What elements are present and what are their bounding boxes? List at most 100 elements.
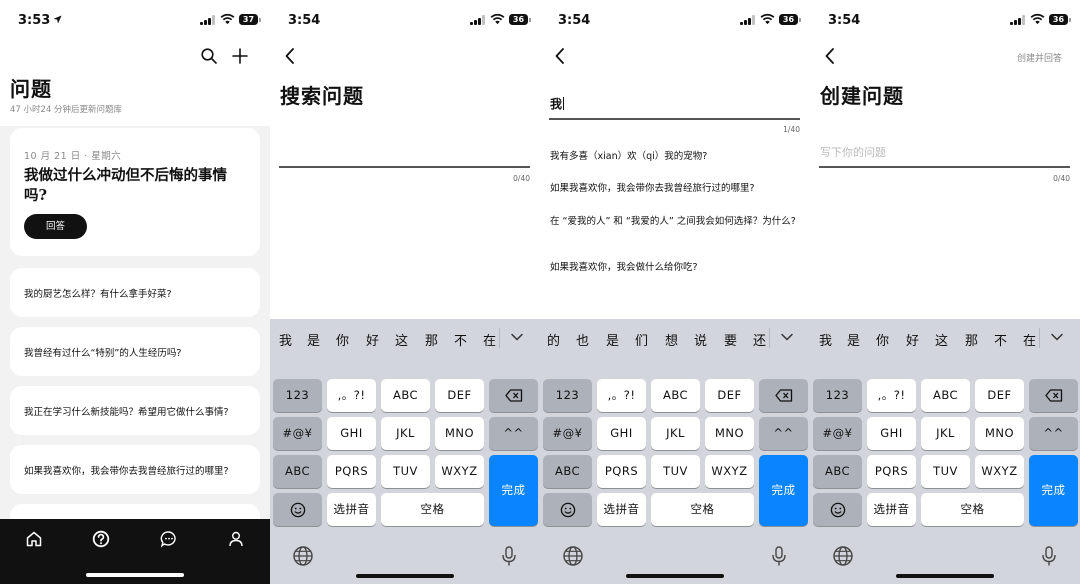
emoticon-key[interactable]: ^^ (489, 417, 538, 450)
key-ghi[interactable]: GHI (327, 417, 376, 450)
home-icon[interactable] (25, 530, 43, 548)
key-mno[interactable]: MNO (975, 417, 1024, 450)
search-icon[interactable] (200, 47, 218, 65)
key-pqrs[interactable]: PQRS (597, 455, 646, 488)
key-ghi[interactable]: GHI (867, 417, 916, 450)
symbols-key[interactable]: #@¥ (813, 417, 862, 450)
delete-key[interactable] (1029, 379, 1078, 412)
suggestion-item[interactable]: 我有多喜（xian）欢（qi）我的宠物? (550, 150, 800, 164)
abc-mode-key[interactable]: ABC (273, 455, 322, 488)
globe-icon[interactable] (562, 545, 584, 567)
suggestion-item[interactable]: 在 “爱我的人” 和 “我爱的人” 之间我会如何选择？为什么? (550, 215, 800, 229)
back-chevron-icon[interactable] (824, 47, 836, 65)
space-key[interactable]: 空格 (921, 493, 1024, 526)
candidate[interactable]: 这 (935, 330, 948, 349)
candidate[interactable]: 在 (483, 330, 496, 349)
microphone-icon[interactable] (498, 545, 520, 567)
candidate[interactable]: 是 (307, 330, 320, 349)
emoticon-key[interactable]: ^^ (1029, 417, 1078, 450)
key-jkl[interactable]: JKL (921, 417, 970, 450)
numbers-key[interactable]: 123 (813, 379, 862, 412)
plus-icon[interactable] (231, 47, 249, 65)
candidate[interactable]: 不 (994, 330, 1007, 349)
key-def[interactable]: DEF (435, 379, 484, 412)
globe-icon[interactable] (292, 545, 314, 567)
delete-key[interactable] (759, 379, 808, 412)
key-tuv[interactable]: TUV (381, 455, 430, 488)
emoji-key[interactable] (543, 493, 592, 526)
punctuation-key[interactable]: ,。?! (327, 379, 376, 412)
key-mno[interactable]: MNO (705, 417, 754, 450)
pinyin-key[interactable]: 选拼音 (327, 493, 376, 526)
numbers-key[interactable]: 123 (273, 379, 322, 412)
answer-button[interactable]: 回答 (24, 214, 87, 239)
emoji-key[interactable] (273, 493, 322, 526)
key-abc[interactable]: ABC (381, 379, 430, 412)
space-key[interactable]: 空格 (381, 493, 484, 526)
globe-icon[interactable] (832, 545, 854, 567)
punctuation-key[interactable]: ,。?! (867, 379, 916, 412)
done-key[interactable]: 完成 (489, 455, 538, 526)
candidate[interactable]: 那 (965, 330, 978, 349)
question-card[interactable]: 我的厨艺怎么样？有什么拿手好菜? (10, 268, 260, 317)
chat-icon[interactable] (160, 530, 178, 548)
key-jkl[interactable]: JKL (651, 417, 700, 450)
candidate[interactable]: 那 (425, 330, 438, 349)
candidate[interactable]: 也 (576, 330, 589, 349)
microphone-icon[interactable] (768, 545, 790, 567)
key-abc[interactable]: ABC (651, 379, 700, 412)
pinyin-key[interactable]: 选拼音 (597, 493, 646, 526)
suggestion-item[interactable]: 如果我喜欢你，我会做什么给你吃? (550, 261, 800, 275)
question-card[interactable]: 我曾经有过什么“特别”的人生经历吗? (10, 327, 260, 376)
key-wxyz[interactable]: WXYZ (435, 455, 484, 488)
symbols-key[interactable]: #@¥ (543, 417, 592, 450)
key-tuv[interactable]: TUV (921, 455, 970, 488)
key-ghi[interactable]: GHI (597, 417, 646, 450)
space-key[interactable]: 空格 (651, 493, 754, 526)
key-jkl[interactable]: JKL (381, 417, 430, 450)
key-abc[interactable]: ABC (921, 379, 970, 412)
punctuation-key[interactable]: ,。?! (597, 379, 646, 412)
candidate[interactable]: 好 (906, 330, 919, 349)
abc-mode-key[interactable]: ABC (813, 455, 862, 488)
candidate[interactable]: 好 (366, 330, 379, 349)
key-wxyz[interactable]: WXYZ (705, 455, 754, 488)
abc-mode-key[interactable]: ABC (543, 455, 592, 488)
back-chevron-icon[interactable] (554, 47, 566, 65)
candidate[interactable]: 是 (847, 330, 860, 349)
candidate[interactable]: 们 (635, 330, 648, 349)
emoji-key[interactable] (813, 493, 862, 526)
candidate[interactable]: 在 (1023, 330, 1036, 349)
candidate[interactable]: 的 (547, 330, 560, 349)
key-pqrs[interactable]: PQRS (327, 455, 376, 488)
featured-question-card[interactable]: 10 月 21 日 · 星期六 我做过什么冲动但不后悔的事情吗? 回答 (10, 128, 260, 256)
search-input[interactable] (279, 166, 530, 168)
back-chevron-icon[interactable] (284, 47, 296, 65)
candidate[interactable]: 是 (606, 330, 619, 349)
chevron-down-icon[interactable] (1050, 332, 1064, 342)
suggestion-item[interactable]: 如果我喜欢你，我会带你去我曾经旅行过的哪里? (550, 182, 800, 196)
candidate[interactable]: 说 (694, 330, 707, 349)
question-card[interactable]: 如果我喜欢你，我会带你去我曾经旅行过的哪里? (10, 445, 260, 494)
search-query[interactable]: 我 (550, 95, 565, 112)
numbers-key[interactable]: 123 (543, 379, 592, 412)
key-def[interactable]: DEF (975, 379, 1024, 412)
question-card[interactable]: 我正在学习什么新技能吗？希望用它做什么事情? (10, 386, 260, 435)
candidate[interactable]: 不 (454, 330, 467, 349)
candidate[interactable]: 你 (876, 330, 889, 349)
emoticon-key[interactable]: ^^ (759, 417, 808, 450)
pinyin-key[interactable]: 选拼音 (867, 493, 916, 526)
key-def[interactable]: DEF (705, 379, 754, 412)
candidate[interactable]: 我 (279, 330, 292, 349)
symbols-key[interactable]: #@¥ (273, 417, 322, 450)
done-key[interactable]: 完成 (1029, 455, 1078, 526)
chevron-down-icon[interactable] (780, 332, 794, 342)
search-input[interactable] (549, 118, 800, 120)
key-wxyz[interactable]: WXYZ (975, 455, 1024, 488)
microphone-icon[interactable] (1038, 545, 1060, 567)
candidate[interactable]: 要 (724, 330, 737, 349)
delete-key[interactable] (489, 379, 538, 412)
candidate[interactable]: 还 (753, 330, 766, 349)
candidate[interactable]: 你 (336, 330, 349, 349)
profile-icon[interactable] (227, 530, 245, 548)
